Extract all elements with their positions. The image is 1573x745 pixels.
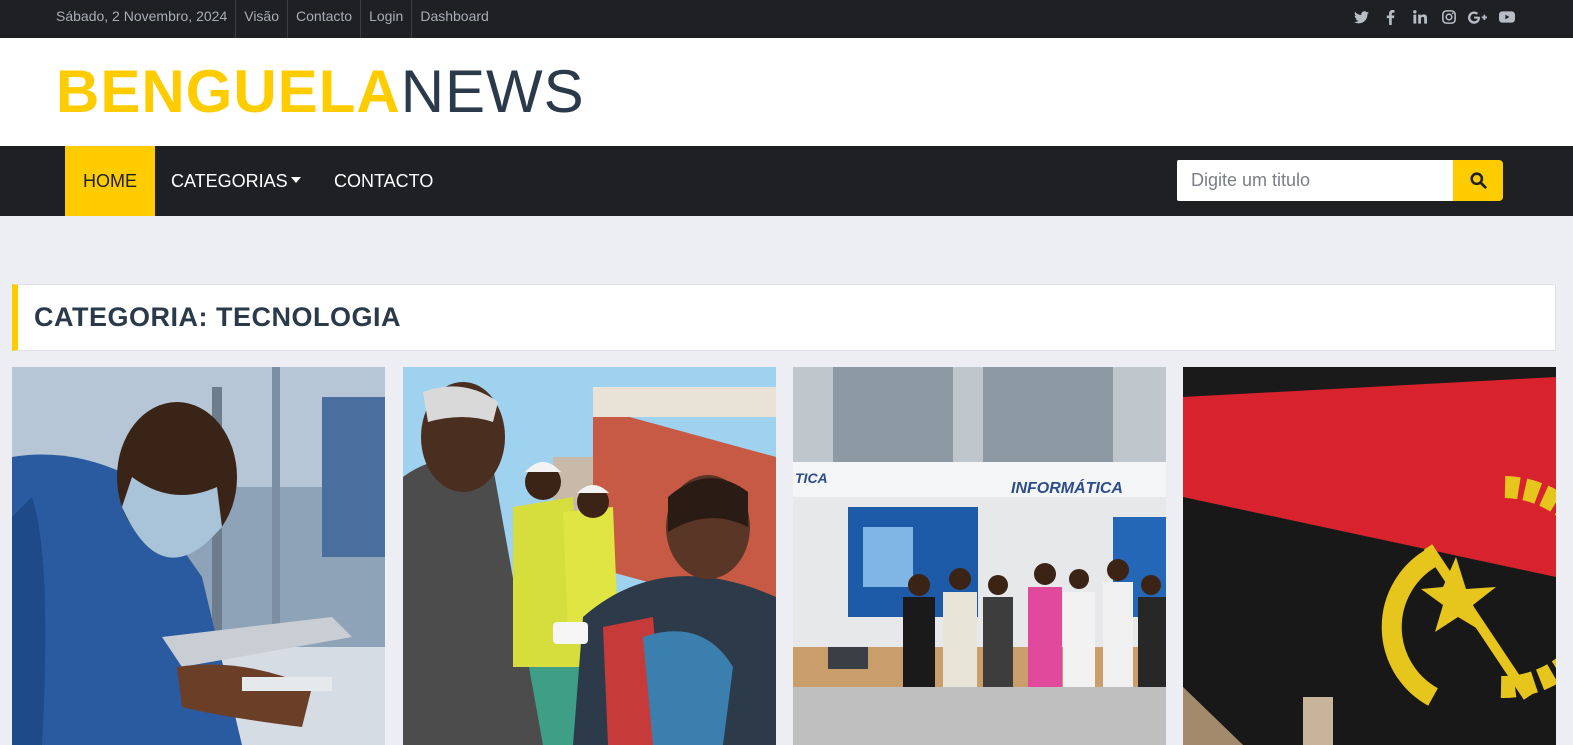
article-image-angola-flag [1183, 367, 1556, 745]
nav-contact[interactable]: CONTACTO [334, 146, 433, 216]
category-header: CATEGORIA: TECNOLOGIA [12, 284, 1556, 351]
logo-bar: BENGUELANEWS [0, 38, 1573, 146]
category-title: CATEGORIA: TECNOLOGIA [34, 302, 401, 332]
article-image-officials [403, 367, 776, 745]
linkedin-icon[interactable] [1405, 10, 1434, 24]
link-contacto[interactable]: Contacto [288, 0, 362, 38]
article-image-technician [12, 367, 385, 745]
logo-part-benguela: BENGUELA [56, 58, 401, 125]
nav-home[interactable]: HOME [65, 146, 155, 216]
social-links [1347, 0, 1521, 34]
top-bar: Sábado, 2 Novembro, 2024 Visão Contacto … [0, 0, 1573, 38]
main-nav: HOME CATEGORIAS CONTACTO [0, 146, 1573, 216]
current-date: Sábado, 2 Novembro, 2024 [48, 0, 237, 38]
search-button[interactable] [1453, 160, 1503, 201]
site-logo[interactable]: BENGUELANEWS [56, 56, 585, 128]
top-links: Sábado, 2 Novembro, 2024 Visão Contacto … [48, 0, 497, 38]
instagram-icon[interactable] [1434, 10, 1463, 24]
sign-text-informatica: INFORMÁTICA [1011, 478, 1123, 497]
article-card-1[interactable] [12, 367, 385, 745]
caret-down-icon [290, 177, 301, 184]
link-visao[interactable]: Visão [236, 0, 289, 38]
youtube-icon[interactable] [1492, 11, 1521, 23]
article-card-3[interactable]: TICA INFORMÁTICA [793, 367, 1166, 745]
twitter-icon[interactable] [1347, 10, 1376, 24]
nav-categories-label: CATEGORIAS [171, 171, 288, 191]
search-icon [1469, 172, 1487, 189]
search-input[interactable] [1177, 160, 1453, 201]
nav-categories[interactable]: CATEGORIAS [171, 146, 301, 216]
facebook-icon[interactable] [1376, 9, 1405, 25]
link-login[interactable]: Login [361, 0, 413, 38]
article-image-informatica-fair: TICA INFORMÁTICA [793, 367, 1166, 745]
link-dashboard[interactable]: Dashboard [412, 0, 497, 38]
article-card-2[interactable] [403, 367, 776, 745]
google-plus-icon[interactable] [1463, 11, 1492, 24]
article-card-4[interactable] [1183, 367, 1556, 745]
logo-part-news: NEWS [400, 58, 585, 125]
sign-text-left: TICA [795, 470, 828, 486]
